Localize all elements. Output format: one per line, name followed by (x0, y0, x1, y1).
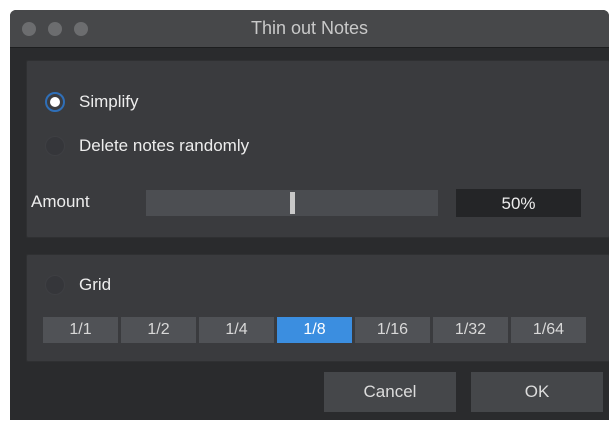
amount-slider-thumb[interactable] (290, 192, 295, 214)
amount-slider-fill (146, 190, 292, 216)
grid-button-1-2[interactable]: 1/2 (121, 317, 196, 343)
grid-button-1-1[interactable]: 1/1 (43, 317, 118, 343)
delete-randomly-label: Delete notes randomly (79, 136, 250, 155)
dialog-window: Thin out Notes Simplify Delete notes ran… (10, 10, 609, 420)
amount-label: Amount (31, 192, 90, 211)
title-bar: Thin out Notes (10, 10, 609, 48)
cancel-button[interactable]: Cancel (324, 372, 456, 412)
simplify-radio[interactable] (45, 92, 65, 112)
delete-randomly-radio[interactable] (45, 136, 65, 156)
grid-option[interactable]: Grid (45, 272, 111, 298)
window-title: Thin out Notes (250, 18, 369, 38)
grid-panel: Grid 1/1 1/2 1/4 1/8 1/16 1/32 1/64 (26, 254, 609, 362)
delete-randomly-option[interactable]: Delete notes randomly (45, 133, 249, 159)
grid-resolution-selector: 1/1 1/2 1/4 1/8 1/16 1/32 1/64 (43, 317, 589, 343)
amount-value-field[interactable]: 50% (455, 188, 582, 218)
grid-button-1-4[interactable]: 1/4 (199, 317, 274, 343)
grid-radio[interactable] (45, 275, 65, 295)
grid-button-1-16[interactable]: 1/16 (355, 317, 430, 343)
grid-button-1-64[interactable]: 1/64 (511, 317, 586, 343)
grid-button-1-8[interactable]: 1/8 (277, 317, 352, 343)
amount-slider[interactable] (146, 190, 438, 216)
grid-label: Grid (79, 275, 112, 294)
simplify-label: Simplify (79, 92, 139, 111)
simplify-option[interactable]: Simplify (45, 89, 139, 115)
thin-mode-panel: Simplify Delete notes randomly Amount 50… (26, 60, 609, 238)
ok-button[interactable]: OK (471, 372, 603, 412)
grid-button-1-32[interactable]: 1/32 (433, 317, 508, 343)
